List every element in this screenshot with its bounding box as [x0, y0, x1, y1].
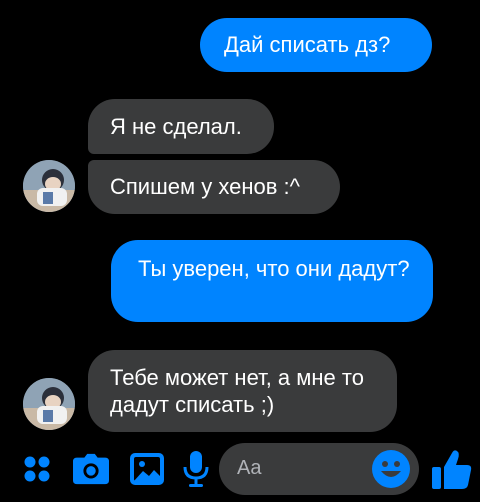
contact-avatar[interactable] [23, 160, 75, 212]
message-outgoing[interactable]: Дай списать дз? [200, 18, 432, 72]
message-incoming[interactable]: Тебе может нет, а мне то дадут списать ;… [88, 350, 397, 432]
camera-icon[interactable] [73, 449, 109, 489]
thumbs-up-icon[interactable] [432, 449, 472, 491]
message-input-placeholder: Aa [237, 457, 262, 479]
message-input[interactable]: Aa [219, 443, 419, 495]
message-text: Дай списать дз? [224, 32, 391, 57]
message-incoming[interactable]: Я не сделал. [88, 99, 274, 154]
message-text: Спишем у хенов :^ [110, 174, 300, 199]
microphone-icon[interactable] [178, 449, 214, 489]
message-outgoing[interactable]: Ты уверен, что они дадут? [111, 240, 433, 322]
apps-icon[interactable] [19, 449, 55, 489]
contact-avatar[interactable] [23, 378, 75, 430]
emoji-icon[interactable] [371, 449, 411, 489]
image-icon[interactable] [129, 449, 165, 489]
message-incoming[interactable]: Спишем у хенов :^ [88, 160, 340, 214]
message-text: Я не сделал. [110, 114, 242, 139]
message-text: Ты уверен, что они дадут? [138, 256, 410, 281]
message-text: Тебе может нет, а мне то дадут списать ;… [110, 365, 364, 417]
